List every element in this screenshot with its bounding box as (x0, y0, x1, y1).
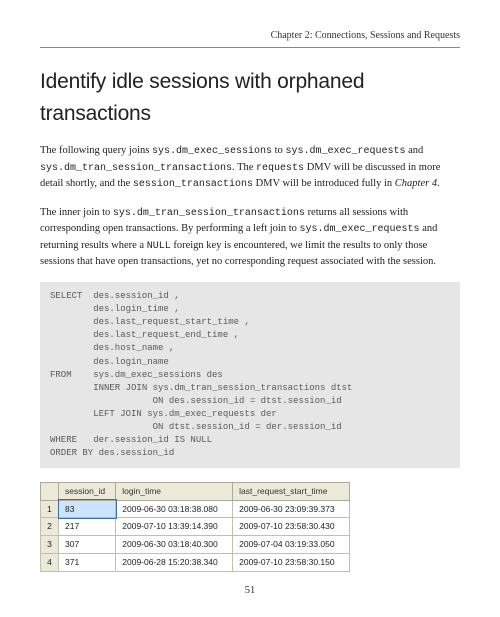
code-inline: sys.dm_exec_sessions (152, 146, 272, 157)
code-line: LEFT JOIN sys.dm_exec_requests der (50, 409, 277, 419)
table-corner (41, 482, 59, 500)
row-number[interactable]: 3 (41, 536, 59, 554)
header-rule (40, 47, 460, 48)
code-line: FROM sys.dm_exec_sessions des (50, 370, 223, 380)
code-line: ORDER BY des.session_id (50, 448, 174, 458)
row-number[interactable]: 2 (41, 518, 59, 536)
results-table: session_id login_time last_request_start… (40, 482, 350, 572)
text: DMV will be introduced fully in (253, 178, 395, 189)
cell-session-id[interactable]: 217 (59, 518, 116, 536)
text: to (272, 145, 285, 156)
paragraph-1: The following query joins sys.dm_exec_se… (40, 143, 460, 193)
code-inline: sys.dm_exec_requests (285, 146, 405, 157)
code-line: des.host_name , (50, 343, 174, 353)
cell-last-request-start-time[interactable]: 2009-06-30 23:09:39.373 (233, 500, 350, 518)
chapter-ref: Chapter 4 (395, 178, 437, 189)
table-row[interactable]: 3 307 2009-06-30 03:18:40.300 2009-07-04… (41, 536, 350, 554)
page-title: Identify idle sessions with orphaned tra… (40, 66, 460, 129)
paragraph-2: The inner join to sys.dm_tran_session_tr… (40, 205, 460, 271)
cell-last-request-start-time[interactable]: 2009-07-10 23:58:30.150 (233, 553, 350, 571)
text: . (437, 178, 440, 189)
text: . The (232, 162, 256, 173)
code-inline: sys.dm_tran_session_transactions (113, 208, 305, 219)
cell-session-id[interactable]: 83 (59, 500, 116, 518)
code-line: ON dtst.session_id = der.session_id (50, 422, 342, 432)
col-session-id[interactable]: session_id (59, 482, 116, 500)
code-line: des.login_name (50, 357, 169, 367)
cell-session-id[interactable]: 307 (59, 536, 116, 554)
code-inline: session_transactions (133, 179, 253, 190)
results-table-wrap: session_id login_time last_request_start… (40, 482, 350, 572)
code-line: WHERE der.session_id IS NULL (50, 435, 212, 445)
cell-last-request-start-time[interactable]: 2009-07-04 03:19:33.050 (233, 536, 350, 554)
cell-login-time[interactable]: 2009-06-28 15:20:38.340 (116, 553, 233, 571)
code-line: des.login_time , (50, 304, 180, 314)
cell-last-request-start-time[interactable]: 2009-07-10 23:58:30.430 (233, 518, 350, 536)
code-inline: requests (256, 163, 304, 174)
row-number[interactable]: 4 (41, 553, 59, 571)
code-line: ON des.session_id = dtst.session_id (50, 396, 342, 406)
page-number: 51 (0, 583, 500, 599)
code-inline: NULL (147, 241, 171, 252)
table-header-row: session_id login_time last_request_start… (41, 482, 350, 500)
cell-session-id[interactable]: 371 (59, 553, 116, 571)
table-row[interactable]: 1 83 2009-06-30 03:18:38.080 2009-06-30 … (41, 500, 350, 518)
code-line: des.last_request_start_time , (50, 317, 250, 327)
table-row[interactable]: 4 371 2009-06-28 15:20:38.340 2009-07-10… (41, 553, 350, 571)
sql-code-block: SELECT des.session_id , des.login_time ,… (40, 282, 460, 468)
col-last-request-start-time[interactable]: last_request_start_time (233, 482, 350, 500)
col-login-time[interactable]: login_time (116, 482, 233, 500)
text: The inner join to (40, 207, 113, 218)
cell-login-time[interactable]: 2009-06-30 03:18:38.080 (116, 500, 233, 518)
cell-login-time[interactable]: 2009-06-30 03:18:40.300 (116, 536, 233, 554)
table-row[interactable]: 2 217 2009-07-10 13:39:14.390 2009-07-10… (41, 518, 350, 536)
code-line: des.last_request_end_time , (50, 330, 239, 340)
chapter-header: Chapter 2: Connections, Sessions and Req… (40, 28, 460, 43)
code-line: SELECT des.session_id , (50, 291, 180, 301)
row-number[interactable]: 1 (41, 500, 59, 518)
code-inline: sys.dm_tran_session_transactions (40, 163, 232, 174)
text: and (405, 145, 423, 156)
code-inline: sys.dm_exec_requests (300, 224, 420, 235)
code-line: INNER JOIN sys.dm_tran_session_transacti… (50, 383, 352, 393)
text: The following query joins (40, 145, 152, 156)
cell-login-time[interactable]: 2009-07-10 13:39:14.390 (116, 518, 233, 536)
